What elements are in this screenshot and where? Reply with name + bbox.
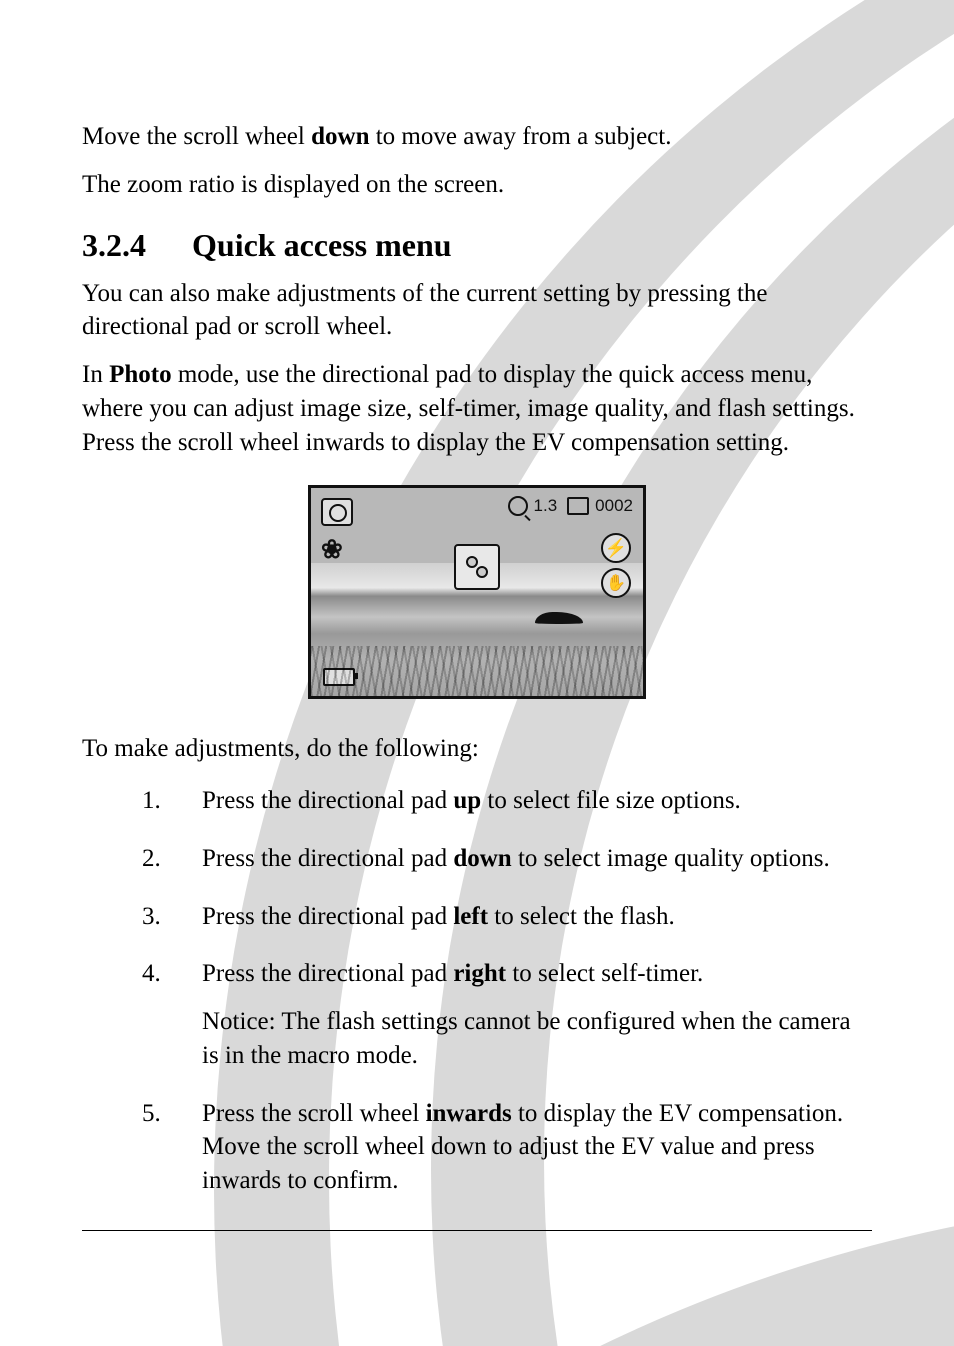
text: to select file size options. [481,787,741,814]
bold-right: right [453,960,506,987]
page-content: Move the scroll wheel down to move away … [0,0,954,1291]
zoom-value: 1.3 [534,496,558,516]
lcd-top-readout: 1.3 0002 [508,496,633,516]
footer-rule [82,1230,872,1231]
steps-list: Press the directional pad up to select f… [82,784,872,1198]
memory-card-icon [567,497,589,515]
magnifier-icon [508,496,528,516]
camera-lcd-screenshot: ❀ 1.3 0002 ⚡ ✋ [308,485,646,699]
scene-grass [311,646,643,696]
text: Move the scroll wheel [82,123,311,150]
paragraph-2: In Photo mode, use the directional pad t… [82,358,872,459]
step-4: Press the directional pad right to selec… [142,957,872,1072]
step-1: Press the directional pad up to select f… [142,784,872,818]
intro-line-1: Move the scroll wheel down to move away … [82,120,872,154]
text: Press the directional pad [202,960,453,987]
step-4-notice: Notice: The flash settings cannot be con… [202,1005,872,1073]
section-heading: 3.2.4Quick access menu [82,228,872,263]
anti-shake-icon: ✋ [601,568,631,598]
bold-photo: Photo [109,361,172,388]
flash-icon: ⚡ [601,533,631,563]
intro-line-2: The zoom ratio is displayed on the scree… [82,168,872,202]
bold-up: up [453,787,481,814]
paragraph-3: To make adjustments, do the following: [82,732,872,766]
section-number: 3.2.4 [82,228,192,263]
text: to select image quality options. [512,845,830,872]
macro-icon: ❀ [321,536,343,562]
figure-camera-lcd: ❀ 1.3 0002 ⚡ ✋ [82,485,872,704]
text: Press the scroll wheel [202,1100,426,1127]
text: In [82,361,109,388]
text: to move away from a subject. [369,123,671,150]
step-2: Press the directional pad down to select… [142,842,872,876]
text: Press the directional pad [202,787,453,814]
section-title: Quick access menu [192,227,452,263]
text: Press the directional pad [202,903,453,930]
paragraph-1: You can also make adjustments of the cur… [82,277,872,345]
text: Press the directional pad [202,845,453,872]
frame-counter: 0002 [595,496,633,516]
bold-inwards: inwards [426,1100,512,1127]
step-5: Press the scroll wheel inwards to displa… [142,1097,872,1198]
text: to select the flash. [488,903,675,930]
bold-left: left [453,903,488,930]
camera-mode-icon [321,498,353,526]
scene-boat [535,612,583,624]
step-3: Press the directional pad left to select… [142,900,872,934]
text: mode, use the directional pad to display… [82,361,855,456]
bold-down: down [453,845,511,872]
bold-down: down [311,123,369,150]
image-quality-icon [454,544,500,590]
text: to select self-timer. [506,960,703,987]
